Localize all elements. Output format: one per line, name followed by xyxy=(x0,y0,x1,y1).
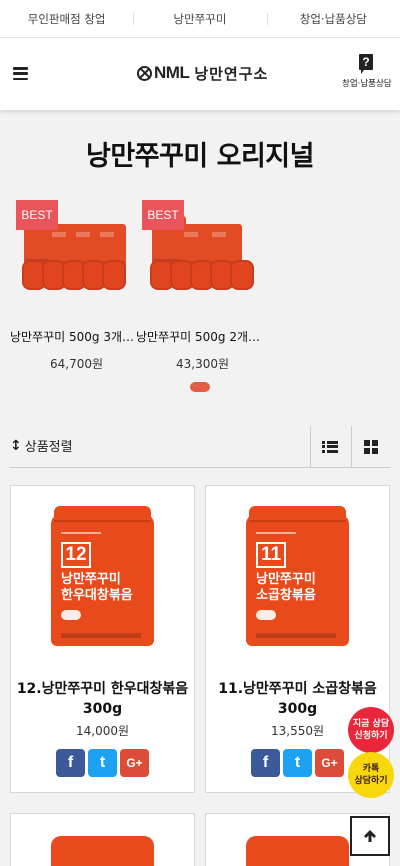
consult-label: 창업·납품상담 xyxy=(342,79,392,89)
scroll-top-button[interactable] xyxy=(350,816,390,856)
product-pouch-image: 11 낭만쭈꾸미 소곱창볶음 xyxy=(246,506,349,646)
carousel-item-price: 43,300원 xyxy=(176,357,230,371)
site-logo[interactable]: NML 낭만연구소 xyxy=(137,62,268,84)
topnav-consult-link[interactable]: 창업·납품상담 xyxy=(266,0,400,37)
carousel-pagination-dot[interactable] xyxy=(190,382,210,392)
twitter-share-button[interactable]: t xyxy=(88,749,117,777)
apply-consult-line2: 신청하기 xyxy=(354,731,388,741)
pouch-number: 11 xyxy=(256,542,286,568)
googleplus-share-button[interactable]: G+ xyxy=(120,749,149,777)
pouch-number: 12 xyxy=(61,542,91,568)
menu-icon[interactable] xyxy=(13,67,28,80)
facebook-share-button[interactable]: f xyxy=(251,749,280,777)
apply-consult-line1: 지금 상담 xyxy=(352,719,390,729)
list-view-icon xyxy=(322,440,338,453)
pouch-title-line2: 한우대창볶음 xyxy=(61,588,133,603)
product-pouch-image xyxy=(246,836,349,866)
question-icon: ? xyxy=(359,54,373,74)
product-image[interactable]: 12 낭만쭈꾸미 한우대창볶음 xyxy=(11,486,194,668)
topnav-nangman-jjukkumi-link[interactable]: 낭만쭈꾸미 xyxy=(133,0,266,37)
best-badge: BEST xyxy=(16,200,58,230)
product-name-line1: 11.낭만쭈꾸미 소곱창볶음 xyxy=(218,681,377,697)
share-buttons: f t G+ xyxy=(251,749,344,777)
product-card[interactable]: 12 낭만쭈꾸미 한우대창볶음 12.낭만쭈꾸미 한우대창볶음 300g 14,… xyxy=(10,485,195,793)
product-name[interactable]: 12.낭만쭈꾸미 한우대창볶음 300g xyxy=(11,679,194,719)
kakao-consult-line2: 상담하기 xyxy=(354,776,388,786)
top-nav: 무인판매점 창업 낭만쭈꾸미 창업·납품상담 xyxy=(0,0,400,38)
consult-button[interactable]: ? 창업·납품상담 xyxy=(342,54,392,89)
logo-text-ko: 낭만연구소 xyxy=(194,64,269,83)
product-card-partial[interactable] xyxy=(10,813,195,866)
apply-consult-button[interactable]: 지금 상담 신청하기 xyxy=(348,707,394,753)
pouch-title-line1: 낭만쭈꾸미 xyxy=(256,572,316,587)
facebook-share-button[interactable]: f xyxy=(56,749,85,777)
carousel-item-name[interactable]: 낭만쭈꾸미 500g 2개… xyxy=(136,328,260,345)
topnav-unmanned-store-link[interactable]: 무인판매점 창업 xyxy=(0,0,133,37)
googleplus-share-button[interactable]: G+ xyxy=(315,749,344,777)
list-view-button[interactable] xyxy=(310,426,349,467)
carousel-item[interactable]: BEST 낭만쭈꾸미 500g 3개… 64,700원 xyxy=(10,200,134,372)
arrow-up-icon xyxy=(364,830,376,842)
pouch-title: 낭만쭈꾸미 한우대창볶음 xyxy=(61,572,133,604)
sort-button[interactable]: ↕ 상품정렬 xyxy=(10,436,73,456)
product-price: 14,000원 xyxy=(75,724,130,738)
carousel-item-price: 64,700원 xyxy=(50,357,104,371)
sort-label: 상품정렬 xyxy=(24,440,73,455)
kakao-consult-line1: 카톡 xyxy=(362,764,380,774)
carousel-item-name[interactable]: 낭만쭈꾸미 500g 3개… xyxy=(10,328,134,345)
grid-view-button[interactable] xyxy=(351,426,390,467)
pouch-title-line1: 낭만쭈꾸미 xyxy=(61,572,121,587)
sort-bar: ↕ 상품정렬 xyxy=(10,426,390,468)
best-badge: BEST xyxy=(142,200,184,230)
kakao-consult-button[interactable]: 카톡 상담하기 xyxy=(348,752,394,798)
site-header: NML 낭만연구소 ? 창업·납품상담 xyxy=(0,38,400,110)
pouch-title-line2: 소곱창볶음 xyxy=(256,588,316,603)
product-name-line2: 300g xyxy=(82,701,123,717)
product-image[interactable]: 11 낭만쭈꾸미 소곱창볶음 xyxy=(206,486,389,668)
main-content: 낭만쭈꾸미 오리지널 BEST 낭만쭈꾸미 500g 3개… 64,700원 B… xyxy=(0,110,400,866)
product-pouch-image xyxy=(51,836,154,866)
share-buttons: f t G+ xyxy=(56,749,149,777)
grid-view-icon xyxy=(364,439,378,454)
sort-arrow-icon: ↕ xyxy=(10,437,22,454)
section-title: 낭만쭈꾸미 오리지널 xyxy=(86,141,314,172)
carousel-item[interactable]: BEST 낭만쭈꾸미 500g 2개… 43,300원 xyxy=(136,200,260,372)
product-pouch-image: 12 낭만쭈꾸미 한우대창볶음 xyxy=(51,506,154,646)
product-thumbnail[interactable]: BEST xyxy=(10,200,132,314)
pouch-title: 낭만쭈꾸미 소곱창볶음 xyxy=(256,572,316,604)
product-thumbnail[interactable]: BEST xyxy=(136,200,258,314)
product-name-line1: 12.낭만쭈꾸미 한우대창볶음 xyxy=(16,681,189,697)
twitter-share-button[interactable]: t xyxy=(283,749,312,777)
logo-mark-icon xyxy=(137,65,152,81)
logo-text-en: NML xyxy=(154,63,190,82)
